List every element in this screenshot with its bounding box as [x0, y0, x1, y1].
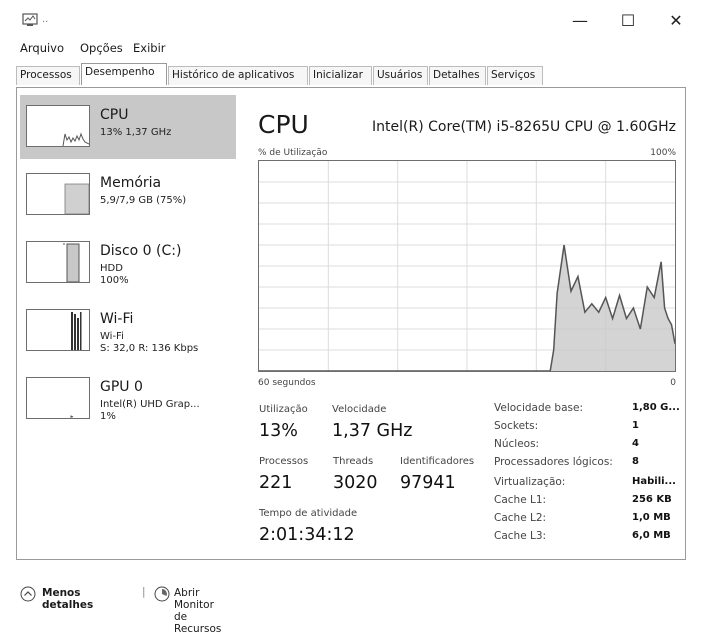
spec-value: 1,80 G... — [632, 402, 680, 413]
sidebar-item-detail: S: 32,0 R: 136 Kbps — [100, 343, 199, 354]
graph-y-max: 100% — [650, 148, 676, 158]
spec-label: Virtualização: — [494, 476, 566, 488]
sidebar-item-memoria[interactable]: Memória 5,9/7,9 GB (75%) — [20, 163, 236, 227]
resource-monitor-link[interactable]: Abrir Monitor de Recursos — [174, 587, 221, 635]
menu-bar: Arquivo Opções Exibir — [0, 38, 702, 58]
sidebar-item-title: Wi-Fi — [100, 311, 134, 327]
spec-label: Cache L1: — [494, 494, 547, 506]
spec-label: Cache L3: — [494, 530, 547, 542]
sidebar-item-detail: 100% — [100, 275, 129, 286]
sidebar-item-detail: Intel(R) UHD Grap... — [100, 399, 200, 410]
stat-processos-value: 221 — [259, 473, 293, 493]
sidebar-item-title: Disco 0 (C:) — [100, 243, 182, 259]
tab-servicos[interactable]: Serviços — [487, 66, 543, 85]
cpu-chart — [259, 161, 675, 371]
spec-label: Núcleos: — [494, 438, 540, 450]
tab-desempenho[interactable]: Desempenho — [81, 63, 167, 85]
stat-velocidade-value: 1,37 GHz — [332, 421, 413, 441]
sidebar-item-detail: 13% 1,37 GHz — [100, 127, 172, 138]
sidebar-item-disco[interactable]: Disco 0 (C:) HDD 100% — [20, 231, 236, 295]
stat-processos-label: Processos — [259, 456, 309, 467]
disk-thumbnail — [26, 241, 90, 283]
menu-arquivo[interactable]: Arquivo — [20, 41, 64, 55]
stat-threads-value: 3020 — [333, 473, 378, 493]
menu-opcoes[interactable]: Opções — [80, 41, 123, 55]
maximize-button[interactable]: ☐ — [614, 8, 642, 32]
stat-tempo-value: 2:01:34:12 — [259, 525, 355, 545]
resource-sidebar: CPU 13% 1,37 GHz Memória 5,9/7,9 GB (75%… — [18, 95, 240, 555]
chevron-up-icon[interactable] — [20, 586, 36, 605]
menu-exibir[interactable]: Exibir — [133, 41, 166, 55]
graph-y-label: % de Utilização — [258, 148, 328, 158]
sidebar-item-wifi[interactable]: Wi-Fi Wi-Fi S: 32,0 R: 136 Kbps — [20, 299, 236, 363]
tab-detalhes[interactable]: Detalhes — [429, 66, 486, 85]
spec-value: 1,0 MB — [632, 512, 671, 523]
spec-value: 6,0 MB — [632, 530, 671, 541]
spec-value: 4 — [632, 438, 639, 449]
sidebar-item-title: CPU — [100, 107, 129, 123]
stat-identificadores-value: 97941 — [400, 473, 456, 493]
sidebar-item-detail: Wi-Fi — [100, 331, 124, 342]
sidebar-item-detail: 1% — [100, 411, 116, 422]
window-title: .. — [42, 14, 49, 25]
spec-label: Cache L2: — [494, 512, 547, 524]
spec-value: 256 KB — [632, 494, 672, 505]
sidebar-item-title: GPU 0 — [100, 379, 143, 395]
sidebar-item-detail: 5,9/7,9 GB (75%) — [100, 195, 187, 206]
processor-name: Intel(R) Core(TM) i5-8265U CPU @ 1.60GHz — [372, 119, 676, 135]
footer-separator: | — [142, 586, 146, 598]
tab-usuarios[interactable]: Usuários — [373, 66, 428, 85]
title-bar: .. — ☐ ✕ — [0, 0, 702, 38]
stat-velocidade-label: Velocidade — [332, 404, 387, 415]
stat-identificadores-label: Identificadores — [400, 456, 475, 467]
sidebar-item-detail: HDD — [100, 263, 123, 274]
spec-label: Velocidade base: — [494, 402, 583, 414]
spec-label: Sockets: — [494, 420, 539, 432]
sidebar-item-cpu[interactable]: CPU 13% 1,37 GHz — [20, 95, 236, 159]
tab-strip: Processos Desempenho Histórico de aplica… — [16, 63, 686, 88]
cpu-utilization-graph — [258, 160, 676, 372]
minimize-button[interactable]: — — [566, 8, 594, 32]
task-manager-icon — [22, 12, 40, 26]
stat-threads-label: Threads — [333, 456, 374, 467]
graph-x-min: 0 — [670, 378, 676, 388]
tab-processos[interactable]: Processos — [16, 66, 80, 85]
spec-value: 8 — [632, 456, 639, 467]
stat-utilizacao-label: Utilização — [259, 404, 308, 415]
memory-thumbnail — [26, 173, 90, 215]
less-details-link[interactable]: Menos detalhes — [42, 587, 93, 611]
sidebar-item-gpu[interactable]: GPU 0 Intel(R) UHD Grap... 1% — [20, 367, 236, 431]
resource-monitor-icon[interactable] — [154, 586, 170, 605]
cpu-thumbnail — [26, 105, 90, 147]
tab-inicializar[interactable]: Inicializar — [309, 66, 372, 85]
close-button[interactable]: ✕ — [662, 8, 690, 32]
spec-value: 1 — [632, 420, 639, 431]
stat-utilizacao-value: 13% — [259, 421, 298, 441]
graph-x-label: 60 segundos — [258, 378, 316, 388]
sidebar-item-title: Memória — [100, 175, 162, 191]
wifi-thumbnail — [26, 309, 90, 351]
tab-historico[interactable]: Histórico de aplicativos — [168, 66, 308, 85]
spec-label: Processadores lógicos: — [494, 456, 613, 468]
spec-value: Habili... — [632, 476, 676, 487]
page-title: CPU — [258, 110, 309, 139]
gpu-thumbnail — [26, 377, 90, 419]
stat-tempo-label: Tempo de atividade — [259, 508, 358, 519]
